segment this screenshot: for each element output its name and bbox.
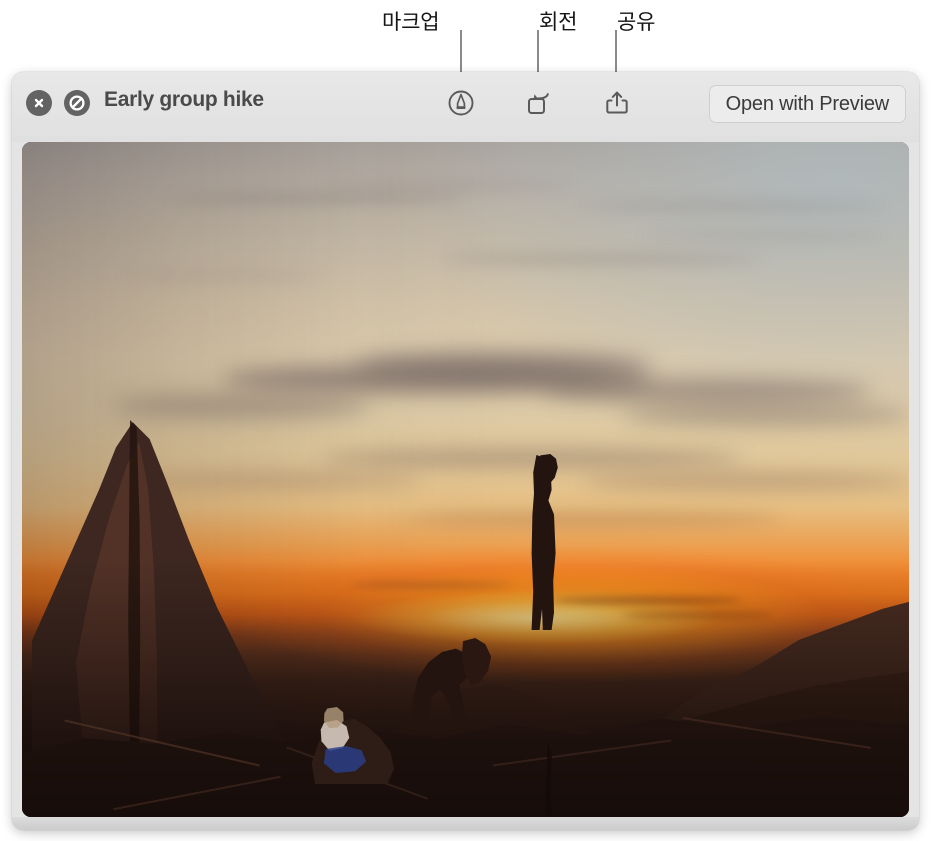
markup-pen-icon[interactable]	[443, 85, 479, 121]
callout-markup-label: 마크업	[382, 10, 440, 34]
share-icon[interactable]	[599, 85, 635, 121]
foreground-shadow	[22, 142, 909, 817]
window-bottom-frame	[12, 817, 919, 830]
callout-rotate-label: 회전	[539, 10, 578, 34]
rotate-left-icon[interactable]	[521, 85, 557, 121]
open-with-preview-button[interactable]: Open with Preview	[708, 85, 906, 123]
quick-look-window: Early group hike Open with Preview	[12, 72, 919, 830]
no-markup-icon[interactable]	[64, 90, 90, 116]
close-icon[interactable]	[26, 90, 52, 116]
window-title: Early group hike	[104, 88, 264, 111]
callout-share-label: 공유	[617, 10, 656, 34]
window-toolbar: Early group hike Open with Preview	[12, 72, 919, 142]
photo-preview[interactable]	[22, 142, 909, 817]
